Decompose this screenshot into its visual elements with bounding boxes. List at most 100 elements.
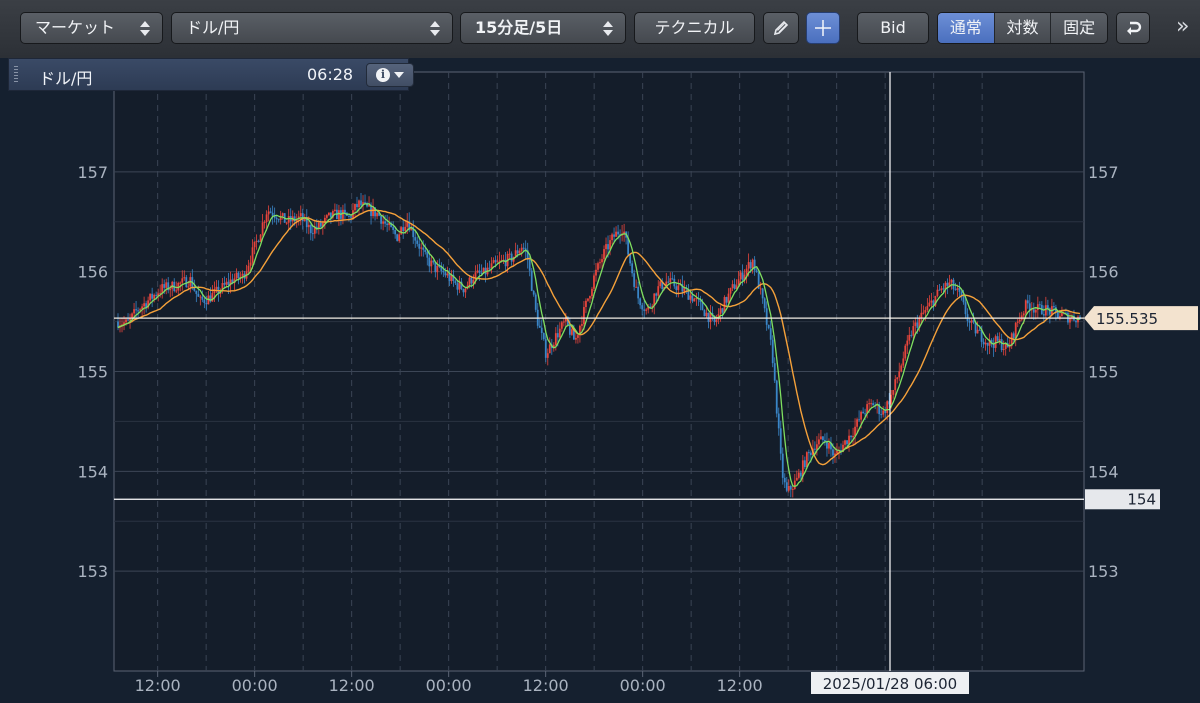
scale-option-fixed[interactable]: 固定	[1050, 13, 1107, 43]
candle-body	[759, 288, 762, 290]
candle-body	[641, 305, 644, 310]
candle-body	[528, 259, 531, 271]
candle-body	[693, 298, 696, 302]
toolbar: マーケット ドル/円 15分足/5日 テクニカル Bid 通常 対数 固定 »	[0, 0, 1200, 59]
candle-body	[163, 284, 166, 288]
candle-body	[358, 200, 360, 208]
candle-body	[165, 282, 168, 288]
drag-handle-icon[interactable]	[14, 66, 18, 84]
candle-body	[962, 296, 965, 303]
candle-body	[850, 435, 852, 438]
price-chart[interactable]: 153 154 155 156 157 153 154 155 156 157 12:00 00:…	[0, 58, 1200, 703]
candle-body	[542, 333, 545, 340]
candle-body	[747, 262, 750, 269]
candle-body	[251, 247, 254, 263]
bid-button[interactable]: Bid	[857, 12, 929, 44]
candle-body	[247, 265, 250, 272]
candle-body	[581, 324, 583, 326]
candle-body	[307, 224, 310, 228]
candle-body	[996, 336, 999, 341]
scale-option-normal[interactable]: 通常	[938, 13, 994, 43]
double-chevron-right-icon[interactable]: »	[1176, 14, 1189, 39]
candle-body	[1069, 318, 1071, 323]
candle-body	[187, 286, 190, 288]
candle-body	[924, 310, 927, 313]
candle-body	[773, 363, 776, 381]
candle-body	[797, 472, 800, 478]
y-tick-label: 156	[1088, 263, 1119, 282]
candle-body	[1036, 304, 1039, 310]
undo-button[interactable]	[1116, 12, 1150, 44]
candle-body	[255, 240, 258, 242]
candle-body	[1016, 321, 1019, 323]
candle-body	[864, 413, 867, 415]
candle-body	[787, 485, 790, 491]
candle-body	[880, 414, 883, 416]
y-tick-label: 153	[77, 562, 108, 581]
candle-body	[1059, 316, 1061, 318]
candle-body	[793, 480, 796, 489]
symbol-info-panel[interactable]: ドル/円 06:28 i	[8, 58, 414, 91]
info-dropdown-button[interactable]: i	[366, 63, 414, 87]
info-icon: i	[376, 68, 390, 82]
candle-body	[476, 270, 479, 273]
candle-body	[683, 288, 686, 292]
crosshair-tool-button[interactable]	[806, 12, 840, 44]
candle-body	[570, 329, 573, 335]
candle-body	[972, 320, 975, 323]
candle-body	[185, 277, 188, 288]
candle-body	[982, 341, 985, 345]
candle-body	[783, 477, 786, 483]
candle-body	[727, 293, 730, 303]
x-tick-label: 12:00	[135, 676, 181, 695]
technical-button[interactable]: テクニカル	[634, 12, 755, 44]
candle-body	[968, 320, 971, 323]
draw-tool-button[interactable]	[763, 12, 799, 44]
y-tick-label: 155	[77, 363, 108, 382]
candle-body	[870, 403, 873, 405]
symbol-select-label: ドル/円	[186, 18, 240, 37]
candle-body	[382, 221, 385, 224]
updown-arrows-icon	[140, 20, 150, 36]
triangle-down-icon	[394, 72, 404, 78]
candle-body	[227, 281, 230, 286]
candle-body	[922, 312, 925, 314]
candle-body	[950, 279, 953, 283]
candle-body	[705, 312, 708, 317]
candle-body	[912, 326, 915, 336]
symbol-select[interactable]: ドル/円	[171, 12, 453, 44]
candle-body	[577, 335, 579, 338]
crosshair-time-tag: 2025/01/28 06:00	[811, 672, 969, 694]
candle-body	[356, 204, 358, 208]
candle-body	[984, 342, 987, 345]
candle-body	[637, 286, 640, 299]
candle-body	[257, 240, 260, 242]
candle-body	[456, 283, 459, 290]
candle-body	[938, 289, 941, 291]
current-price-tag: 155.535	[1084, 306, 1198, 331]
scale-option-log[interactable]: 対数	[993, 13, 1051, 43]
candle-body	[1000, 339, 1003, 351]
candle-body	[197, 293, 200, 297]
candle-body	[271, 212, 274, 216]
candle-body	[910, 334, 913, 336]
candle-body	[739, 272, 742, 280]
candle-body	[671, 278, 674, 280]
candle-body	[181, 278, 184, 283]
candle-body	[319, 222, 322, 227]
crosshair-price-label: 154	[1127, 490, 1156, 508]
candle-body	[287, 216, 290, 223]
candle-body	[1052, 306, 1055, 308]
candle-body	[767, 324, 770, 329]
candle-body	[872, 403, 875, 406]
candle-body	[785, 482, 788, 491]
candle-body	[643, 309, 646, 311]
candle-body	[426, 251, 429, 258]
market-select[interactable]: マーケット	[20, 12, 163, 44]
updown-arrows-icon	[430, 20, 440, 36]
period-select[interactable]: 15分足/5日	[460, 12, 626, 44]
info-panel-title: ドル/円	[39, 69, 93, 88]
candle-body	[462, 288, 465, 293]
candle-body	[151, 293, 154, 299]
candle-body	[532, 290, 535, 295]
